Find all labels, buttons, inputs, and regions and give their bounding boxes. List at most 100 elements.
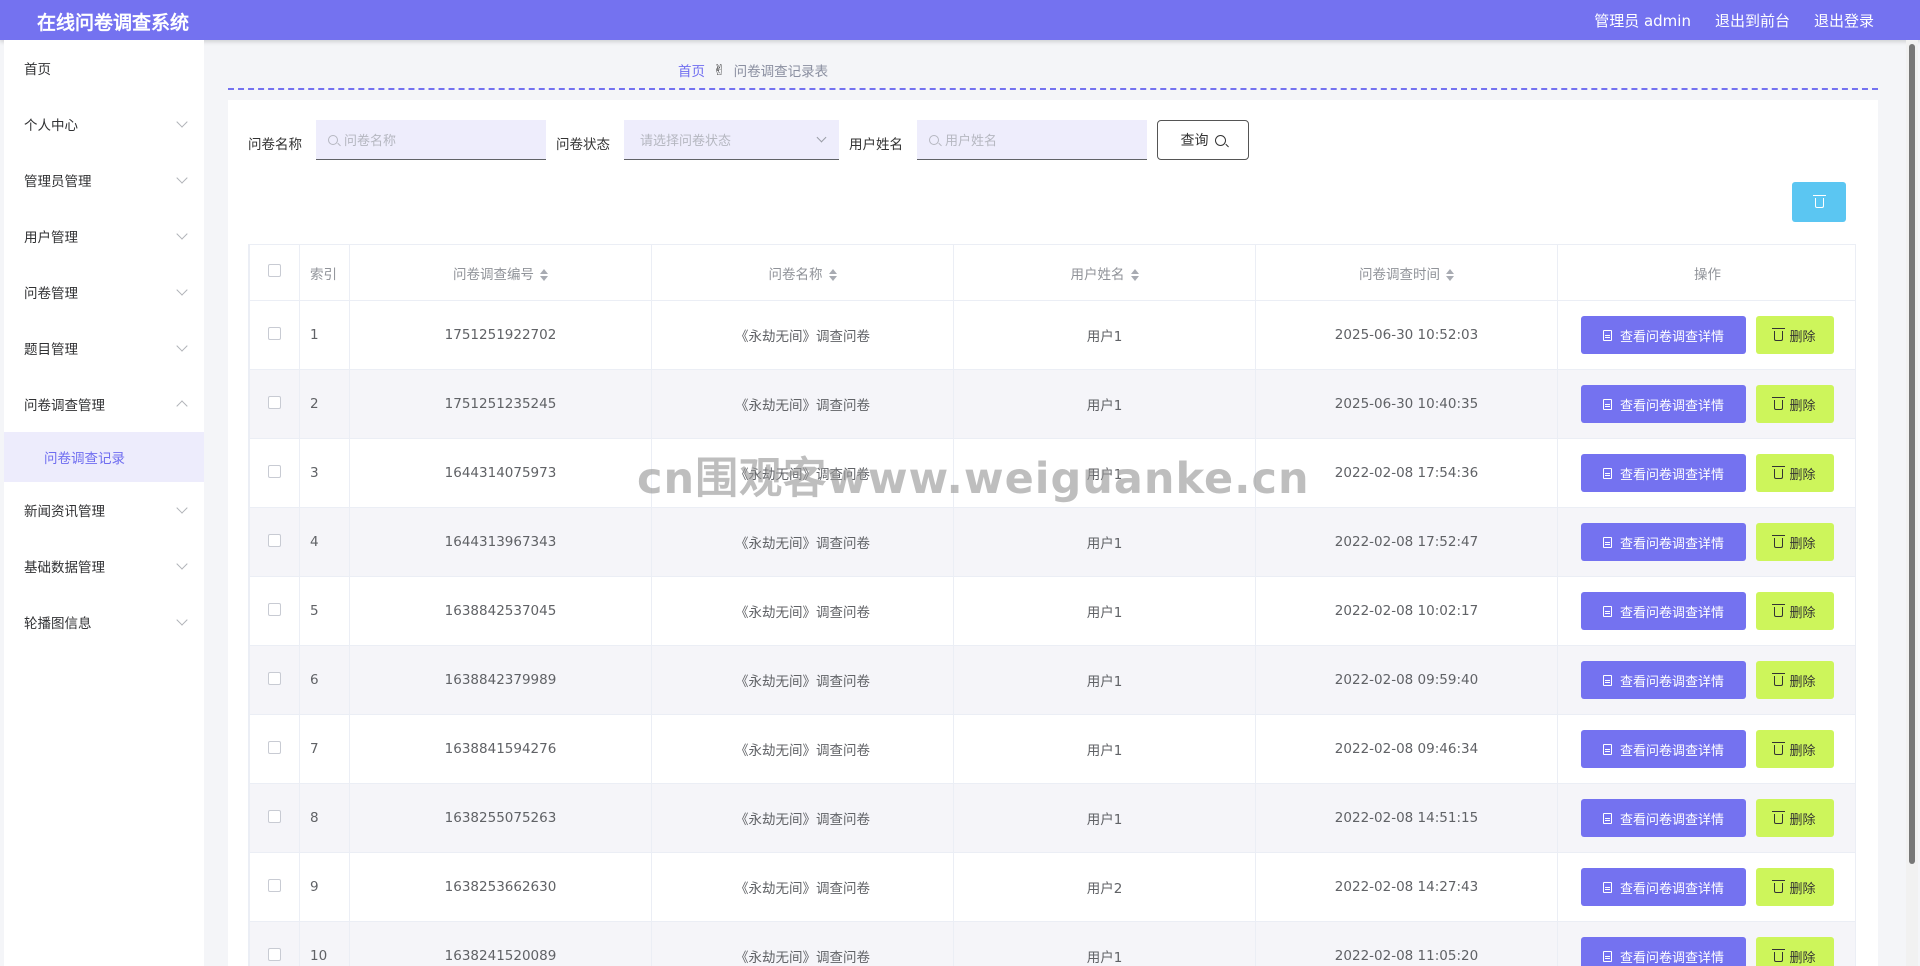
questionnaire-status-select[interactable]: 请选择问卷状态 xyxy=(624,120,839,160)
chevron-down-icon xyxy=(176,502,188,514)
sort-icon[interactable] xyxy=(1130,268,1139,281)
delete-button[interactable]: 删除 xyxy=(1756,316,1834,354)
admin-user-label[interactable]: 管理员 admin xyxy=(1594,10,1691,31)
trash-icon xyxy=(1772,328,1786,341)
row-survey-time: 2022-02-08 14:51:15 xyxy=(1255,783,1558,853)
view-details-button[interactable]: 查看问卷调查详情 xyxy=(1581,592,1746,630)
row-survey-time: 2025-06-30 10:52:03 xyxy=(1255,300,1558,370)
sidebar-item-carousel-info[interactable]: 轮播图信息 xyxy=(4,602,204,642)
view-details-button[interactable]: 查看问卷调查详情 xyxy=(1581,868,1746,906)
row-checkbox[interactable] xyxy=(268,395,281,409)
row-checkbox[interactable] xyxy=(268,878,281,892)
sidebar-item-questionnaire-management[interactable]: 问卷管理 xyxy=(4,272,204,312)
sidebar-subitem-survey-records[interactable]: 问卷调查记录 xyxy=(4,432,204,482)
row-code: 1638842379989 xyxy=(349,645,652,715)
delete-button[interactable]: 删除 xyxy=(1756,592,1834,630)
delete-button[interactable]: 删除 xyxy=(1756,799,1834,837)
breadcrumb: 首页 ✌ 问卷调查记录表 xyxy=(678,60,828,80)
row-checkbox[interactable] xyxy=(268,464,281,478)
row-code: 1638255075263 xyxy=(349,783,652,853)
row-checkbox[interactable] xyxy=(268,809,281,823)
batch-delete-button[interactable] xyxy=(1792,182,1846,222)
view-details-button[interactable]: 查看问卷调查详情 xyxy=(1581,730,1746,768)
header-name[interactable]: 问卷名称 xyxy=(651,244,954,301)
row-ops: 查看问卷调查详情 删除 xyxy=(1557,507,1855,577)
view-details-label: 查看问卷调查详情 xyxy=(1619,467,1724,483)
sidebar-item-survey-management[interactable]: 问卷调查管理 xyxy=(4,384,204,424)
view-details-button[interactable]: 查看问卷调查详情 xyxy=(1581,316,1746,354)
row-index: 5 xyxy=(299,576,350,646)
row-checkbox[interactable] xyxy=(268,602,281,616)
view-details-button[interactable]: 查看问卷调查详情 xyxy=(1581,799,1746,837)
sort-icon[interactable] xyxy=(828,268,837,281)
view-details-button[interactable]: 查看问卷调查详情 xyxy=(1581,523,1746,561)
user-name-input[interactable]: 用户姓名 xyxy=(917,120,1147,160)
row-select-cell[interactable] xyxy=(249,783,300,853)
row-ops: 查看问卷调查详情 删除 xyxy=(1557,576,1855,646)
search-icon xyxy=(929,134,939,145)
row-ops: 查看问卷调查详情 删除 xyxy=(1557,300,1855,370)
delete-button[interactable]: 删除 xyxy=(1756,730,1834,768)
row-select-cell[interactable] xyxy=(249,300,300,370)
questionnaire-name-label: 问卷名称 xyxy=(248,137,302,153)
sidebar-item-base-data-management[interactable]: 基础数据管理 xyxy=(4,546,204,586)
sidebar-item-news-management[interactable]: 新闻资讯管理 xyxy=(4,490,204,530)
row-ops: 查看问卷调查详情 删除 xyxy=(1557,438,1855,508)
header-index: 索引 xyxy=(299,244,350,301)
row-select-cell[interactable] xyxy=(249,852,300,922)
header-code[interactable]: 问卷调查编号 xyxy=(349,244,652,301)
row-select-cell[interactable] xyxy=(249,576,300,646)
sidebar-item-home[interactable]: 首页 xyxy=(4,48,204,88)
view-details-button[interactable]: 查看问卷调查详情 xyxy=(1581,661,1746,699)
row-user-name: 用户1 xyxy=(953,369,1256,439)
breadcrumb-home[interactable]: 首页 xyxy=(678,60,705,80)
header-user-label: 用户姓名 xyxy=(1070,266,1125,283)
query-button[interactable]: 查询 xyxy=(1157,120,1249,160)
row-code: 1638842537045 xyxy=(349,576,652,646)
row-checkbox[interactable] xyxy=(268,947,281,961)
view-details-button[interactable]: 查看问卷调查详情 xyxy=(1581,385,1746,423)
row-checkbox[interactable] xyxy=(268,740,281,754)
delete-button[interactable]: 删除 xyxy=(1756,868,1834,906)
row-select-cell[interactable] xyxy=(249,714,300,784)
row-user-name: 用户1 xyxy=(953,645,1256,715)
select-all-checkbox[interactable] xyxy=(268,264,281,277)
sidebar-item-label: 基础数据管理 xyxy=(24,560,105,576)
sort-icon[interactable] xyxy=(540,268,548,281)
delete-button[interactable]: 删除 xyxy=(1756,523,1834,561)
sidebar-item-personal-center[interactable]: 个人中心 xyxy=(4,104,204,144)
row-select-cell[interactable] xyxy=(249,921,300,966)
row-survey-time: 2022-02-08 09:59:40 xyxy=(1255,645,1558,715)
delete-button[interactable]: 删除 xyxy=(1756,661,1834,699)
watermark: cn围观客www.weiguanke.cn xyxy=(637,454,1310,504)
row-ops: 查看问卷调查详情 删除 xyxy=(1557,369,1855,439)
page-scrollbar[interactable] xyxy=(1906,40,1918,966)
header-select-all[interactable] xyxy=(249,244,300,301)
row-select-cell[interactable] xyxy=(249,438,300,508)
table-row: 4 1644313967343 《永劫无间》调查问卷 用户1 2022-02-08 17… xyxy=(249,507,1855,577)
sidebar-item-user-management[interactable]: 用户管理 xyxy=(4,216,204,256)
scrollbar-thumb[interactable] xyxy=(1909,44,1915,864)
sidebar-subitem-label: 问卷调查记录 xyxy=(44,451,125,467)
row-index: 7 xyxy=(299,714,350,784)
exit-to-front-link[interactable]: 退出到前台 xyxy=(1715,10,1790,31)
header-user[interactable]: 用户姓名 xyxy=(953,244,1256,301)
delete-button[interactable]: 删除 xyxy=(1756,937,1834,966)
row-select-cell[interactable] xyxy=(249,507,300,577)
header-time[interactable]: 问卷调查时间 xyxy=(1255,244,1558,301)
delete-button[interactable]: 删除 xyxy=(1756,454,1834,492)
row-select-cell[interactable] xyxy=(249,645,300,715)
row-select-cell[interactable] xyxy=(249,369,300,439)
view-details-button[interactable]: 查看问卷调查详情 xyxy=(1581,454,1746,492)
sidebar-item-question-management[interactable]: 题目管理 xyxy=(4,328,204,368)
table-row: 8 1638255075263 《永劫无间》调查问卷 用户1 2022-02-08 14… xyxy=(249,783,1855,853)
questionnaire-name-input[interactable]: 问卷名称 xyxy=(316,120,546,160)
sidebar-item-admin-management[interactable]: 管理员管理 xyxy=(4,160,204,200)
delete-button[interactable]: 删除 xyxy=(1756,385,1834,423)
view-details-button[interactable]: 查看问卷调查详情 xyxy=(1581,937,1746,966)
logout-link[interactable]: 退出登录 xyxy=(1814,10,1874,31)
row-checkbox[interactable] xyxy=(268,533,281,547)
sort-icon[interactable] xyxy=(1446,268,1454,281)
row-checkbox[interactable] xyxy=(268,326,281,340)
row-checkbox[interactable] xyxy=(268,671,281,685)
